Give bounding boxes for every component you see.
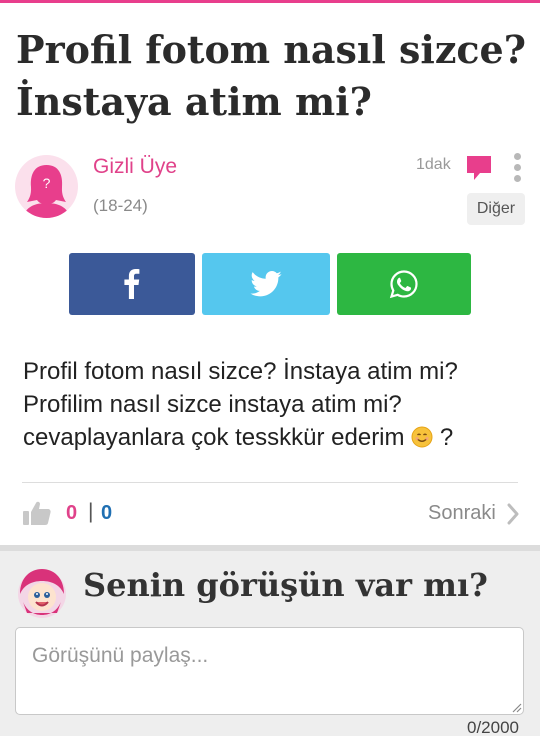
other-button[interactable]: Diğer [467,193,525,225]
chevron-right-icon[interactable] [506,503,520,525]
author-name[interactable]: Gizli Üye [93,155,177,179]
anonymous-female-avatar-icon: ? [23,165,70,218]
share-twitter-button[interactable] [202,253,330,315]
post-time: 1dak [416,156,451,173]
author-avatar[interactable]: ? [15,155,78,218]
character-counter: 0/2000 [467,718,519,737]
user-avatar[interactable] [17,567,67,619]
divider [22,482,518,483]
more-options-icon[interactable] [508,153,526,185]
comment-input[interactable] [15,627,524,715]
question-body-text: cevaplayanlara çok tesskkür ederim [23,424,405,451]
svg-text:?: ? [43,175,51,191]
question-body-line: cevaplayanlara çok tesskkür ederim ? [23,421,528,454]
twitter-icon [250,271,282,297]
chat-bubble-icon[interactable] [466,155,492,181]
share-whatsapp-button[interactable] [337,253,471,315]
resize-handle-icon[interactable] [510,701,522,713]
top-accent-bar [0,0,540,3]
comment-prompt: Senin görüşün var mı? [83,566,488,604]
author-age: (18-24) [93,196,148,215]
question-body: Profil fotom nasıl sizce? İnstaya atim m… [23,355,528,454]
next-question-link[interactable]: Sonraki [428,502,496,525]
vote-separator: | [88,500,94,523]
question-body-line: Profil fotom nasıl sizce? İnstaya atim m… [23,358,458,385]
smiling-face-icon [411,426,433,448]
question-body-line: Profilim nasıl sizce instaya atim mi? [23,391,402,418]
question-body-suffix: ? [433,424,454,451]
facebook-icon [124,269,140,299]
share-facebook-button[interactable] [69,253,195,315]
like-count: 0 [66,502,78,524]
thumbs-up-icon[interactable] [22,500,52,526]
dislike-count: 0 [101,502,113,524]
whatsapp-icon [389,270,418,299]
question-title: Profil fotom nasıl sizce? İnstaya atim m… [16,27,526,124]
